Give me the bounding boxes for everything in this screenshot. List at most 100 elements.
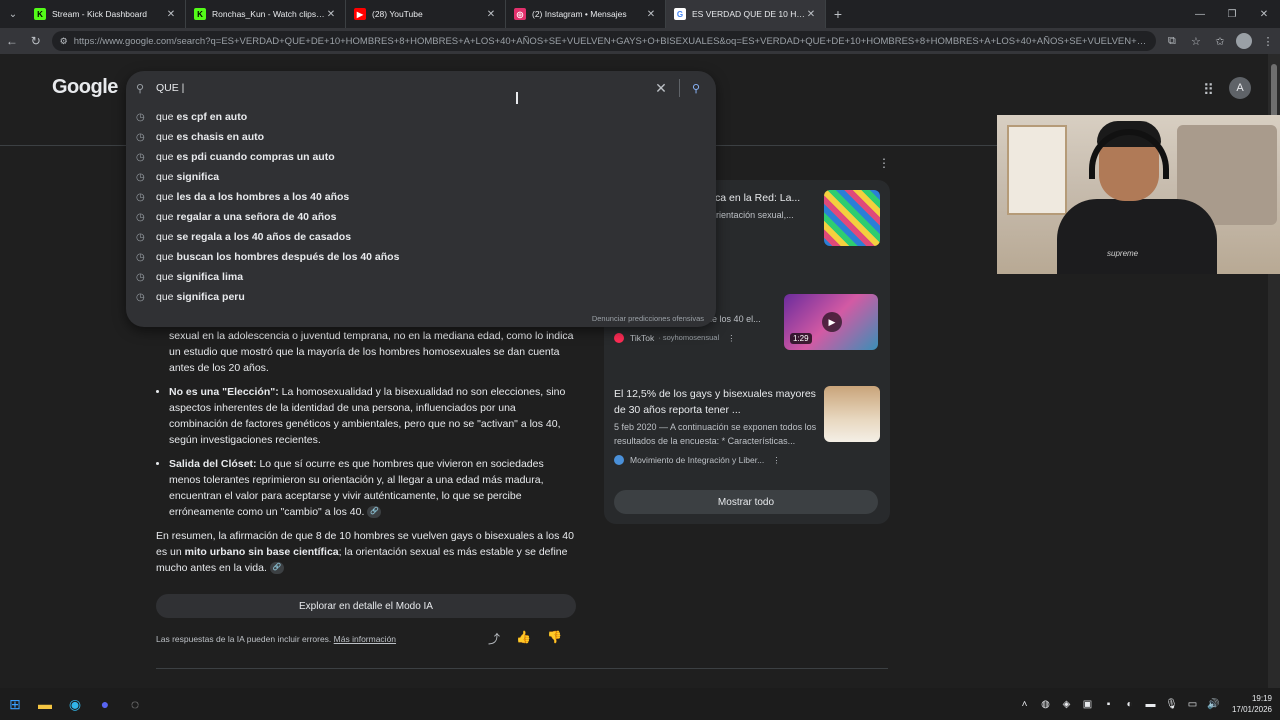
close-icon[interactable]: ✕: [325, 9, 337, 20]
search-icon: ⚲: [136, 82, 145, 95]
thumbs-up-icon[interactable]: 👍: [516, 630, 531, 647]
steam-icon[interactable]: ◐: [1119, 699, 1140, 710]
source-site: Movimiento de Integración y Liber...: [630, 455, 765, 465]
chevron-up-icon[interactable]: ˄: [1014, 699, 1035, 710]
close-icon[interactable]: ✕: [645, 9, 657, 20]
tab-kick-dashboard[interactable]: K Stream - Kick Dashboard ✕: [26, 0, 186, 28]
tray-app-icon[interactable]: ◍: [1035, 699, 1056, 710]
tab-title: Ronchas_Kun - Watch clips on Kick: [212, 9, 325, 19]
show-all-button[interactable]: Mostrar todo: [614, 490, 878, 514]
ai-bullet-list: No es una "Elección": La homosexualidad …: [156, 384, 576, 520]
time: 19:19: [1251, 694, 1272, 703]
suggestion-item[interactable]: ◷ que es pdi cuando compras un auto: [126, 147, 716, 167]
obs-icon[interactable]: ◌: [120, 688, 150, 720]
suggestion-item[interactable]: ◷ que significa lima: [126, 267, 716, 287]
more-info-link[interactable]: Más información: [334, 634, 396, 644]
more-options-icon[interactable]: ⋮: [878, 156, 890, 170]
suggestion-item[interactable]: ◷ que significa: [126, 167, 716, 187]
close-icon[interactable]: ✕: [165, 9, 177, 20]
edge-browser-icon[interactable]: ◉: [60, 688, 90, 720]
more-options-icon[interactable]: ⋮: [727, 330, 736, 346]
ai-overview: sexual en la adolescencia o juventud tem…: [156, 328, 576, 576]
tray-app-icon[interactable]: ▬: [1140, 699, 1161, 710]
tab-title: (28) YouTube: [372, 9, 423, 19]
discord-icon[interactable]: ●: [90, 688, 120, 720]
tray-app-icon[interactable]: ▪: [1098, 699, 1119, 710]
play-icon[interactable]: ▶: [822, 312, 842, 332]
volume-icon[interactable]: 🔊: [1203, 699, 1224, 710]
suggestion-item[interactable]: ◷ que significa peru: [126, 287, 716, 307]
suggestion-prefix: que: [156, 291, 174, 303]
source-card[interactable]: El 12,5% de los gays y bisexuales mayore…: [614, 386, 824, 468]
source-meta: Movimiento de Integración y Liber... ⋮: [614, 452, 824, 468]
close-icon[interactable]: ✕: [805, 9, 817, 20]
date: 17/01/2026: [1231, 705, 1272, 714]
account-avatar[interactable]: A: [1229, 77, 1251, 99]
address-bar[interactable]: ⚙ https://www.google.com/search?q=ES+VER…: [51, 31, 1156, 51]
url-text: https://www.google.com/search?q=ES+VERDA…: [73, 35, 1148, 47]
tab-kick-clips[interactable]: K Ronchas_Kun - Watch clips on Kick ✕: [186, 0, 346, 28]
history-icon: ◷: [136, 271, 145, 283]
apps-grid-icon[interactable]: ⠿: [1203, 81, 1214, 99]
suggestion-item[interactable]: ◷ que se regala a los 40 años de casados: [126, 227, 716, 247]
share-icon[interactable]: ⤴: [488, 630, 500, 647]
history-icon: ◷: [136, 191, 145, 203]
tab-youtube[interactable]: ▶ (28) YouTube ✕: [346, 0, 506, 28]
new-tab-button[interactable]: +: [826, 6, 850, 22]
suggestion-item[interactable]: ◷ que es cpf en auto: [126, 107, 716, 127]
google-icon: G: [674, 8, 686, 20]
favorites-icon[interactable]: ✩: [1208, 28, 1232, 54]
windows-start-icon[interactable]: ⊞: [0, 688, 30, 720]
source-site: TikTok: [630, 333, 655, 343]
network-icon[interactable]: ▭: [1182, 699, 1203, 710]
disclaimer-text: Las respuestas de la IA pueden incluir e…: [156, 634, 332, 644]
clock[interactable]: 19:19 17/01/2026: [1224, 693, 1280, 715]
back-icon[interactable]: ←: [0, 28, 24, 54]
video-thumbnail[interactable]: ▶ 1:29: [784, 294, 878, 350]
more-options-icon[interactable]: ⋮: [772, 452, 781, 468]
suggestion-prefix: que: [156, 271, 174, 283]
history-icon: ◷: [136, 231, 145, 243]
report-predictions-link[interactable]: Denunciar predicciones ofensivas: [592, 314, 704, 323]
close-icon[interactable]: ✕: [485, 9, 497, 20]
thumbs-down-icon[interactable]: 👎: [547, 630, 562, 647]
clear-icon[interactable]: ✕: [649, 80, 673, 97]
tray-app-icon[interactable]: ◈: [1056, 699, 1077, 710]
bookmark-star-icon[interactable]: ☆: [1184, 28, 1208, 54]
file-explorer-icon[interactable]: ▬: [30, 688, 60, 720]
link-icon[interactable]: 🔗: [269, 562, 284, 575]
suggestion-item[interactable]: ◷ que regalar a una señora de 40 años: [126, 207, 716, 227]
suggestion-completion: se regala a los 40 años de casados: [176, 231, 352, 243]
summary-bold: mito urbano sin base científica: [184, 546, 339, 558]
link-icon[interactable]: 🔗: [367, 506, 382, 519]
suggestion-item[interactable]: ◷ que buscan los hombres después de los 40…: [126, 247, 716, 267]
source-thumbnail[interactable]: [824, 386, 880, 442]
microphone-icon[interactable]: 🎙: [1161, 699, 1182, 710]
tab-search-icon[interactable]: ⌄: [0, 0, 26, 28]
close-window-icon[interactable]: ✕: [1248, 0, 1280, 28]
tab-instagram[interactable]: ◎ (2) Instagram • Mensajes ✕: [506, 0, 666, 28]
search-button-icon[interactable]: ⚲: [686, 82, 706, 95]
suggestion-prefix: que: [156, 231, 174, 243]
tab-title: (2) Instagram • Mensajes: [532, 9, 627, 19]
suggestion-item[interactable]: ◷ que es chasis en auto: [126, 127, 716, 147]
extension-icon[interactable]: ⧉: [1160, 28, 1184, 54]
suggestion-completion: regalar a una señora de 40 años: [176, 211, 337, 223]
explore-ai-mode-button[interactable]: Explorar en detalle el Modo IA: [156, 594, 576, 618]
profile-icon[interactable]: [1232, 28, 1256, 54]
search-input[interactable]: QUE |: [156, 82, 649, 94]
feedback-controls: ⤴ 👍 👎: [488, 630, 562, 647]
suggestion-item[interactable]: ◷ que les da a los hombres a los 40 años: [126, 187, 716, 207]
history-icon: ◷: [136, 131, 145, 143]
tab-google-search[interactable]: G ES VERDAD QUE DE 10 HOMBRES ✕: [666, 0, 826, 28]
restore-icon[interactable]: ❐: [1216, 0, 1248, 28]
ai-summary: En resumen, la afirmación de que 8 de 10…: [156, 528, 576, 576]
reload-icon[interactable]: ↻: [24, 28, 48, 54]
tray-app-icon[interactable]: ▣: [1077, 699, 1098, 710]
google-logo[interactable]: Google: [52, 76, 118, 99]
site-info-icon[interactable]: ⚙: [60, 36, 68, 47]
menu-icon[interactable]: ⋮: [1256, 28, 1280, 54]
webcam-overlay: supreme: [997, 115, 1280, 274]
source-thumbnail[interactable]: [824, 190, 880, 246]
minimize-icon[interactable]: —: [1184, 0, 1216, 28]
